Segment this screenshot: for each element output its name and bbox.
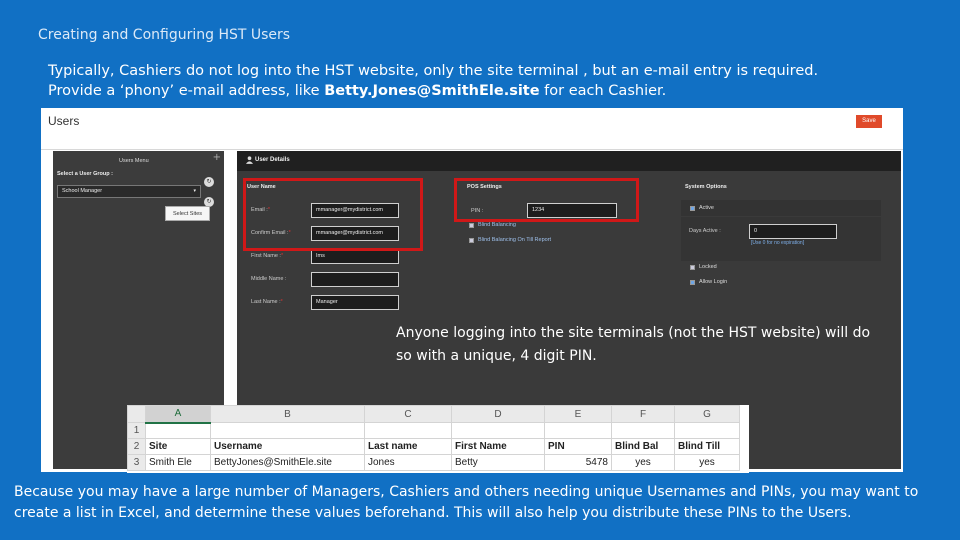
- first-name-field[interactable]: Ims: [311, 249, 399, 264]
- last-name-label: Last Name :*: [251, 299, 283, 305]
- page-title: Users: [48, 114, 80, 128]
- column-header-e[interactable]: E: [544, 405, 612, 423]
- refresh-icon[interactable]: ↻: [204, 177, 214, 187]
- intro-line-1: Typically, Cashiers do not log into the …: [48, 63, 819, 79]
- cell[interactable]: [364, 422, 452, 439]
- intro-text: Typically, Cashiers do not log into the …: [48, 61, 818, 101]
- row-number[interactable]: 1: [127, 422, 146, 439]
- cell[interactable]: [145, 422, 211, 439]
- intro-line-2-post: for each Cashier.: [539, 83, 667, 99]
- table-row: 3 Smith Ele BettyJones@SmithEle.site Jon…: [127, 454, 740, 471]
- footer-text: Because you may have a large number of M…: [14, 484, 919, 521]
- save-button[interactable]: Save: [856, 115, 882, 128]
- table-header-row: 2 Site Username Last name First Name PIN…: [127, 438, 740, 455]
- header-cell[interactable]: Username: [210, 438, 365, 455]
- table-row: 1: [127, 422, 740, 439]
- column-header-c[interactable]: C: [364, 405, 452, 423]
- active-checkbox[interactable]: [690, 206, 695, 211]
- middle-name-label: Middle Name :: [251, 276, 287, 282]
- allow-login-checkbox[interactable]: [690, 280, 695, 285]
- locked-checkbox[interactable]: [690, 265, 695, 270]
- user-details-header: User Details: [237, 151, 901, 171]
- locked-label: Locked: [699, 264, 717, 270]
- days-active-field[interactable]: 0: [749, 224, 837, 239]
- blind-balancing-till-checkbox[interactable]: [469, 238, 474, 243]
- allow-login-label: Allow Login: [699, 279, 728, 285]
- user-group-select[interactable]: School Manager ▾: [57, 185, 201, 198]
- system-options-section-title: System Options: [685, 184, 727, 190]
- example-email: Betty.Jones@SmithEle.site: [324, 83, 540, 99]
- cell[interactable]: Smith Ele: [145, 454, 211, 471]
- cell[interactable]: Jones: [364, 454, 452, 471]
- select-group-label: Select a User Group :: [57, 171, 113, 177]
- pin-highlight-box: [454, 178, 639, 222]
- cell[interactable]: [611, 422, 675, 439]
- blind-balancing-checkbox[interactable]: [469, 223, 474, 228]
- column-header-f[interactable]: F: [611, 405, 675, 423]
- user-group-value: School Manager: [62, 188, 103, 194]
- cell[interactable]: 5478: [544, 454, 612, 471]
- cell[interactable]: BettyJones@SmithEle.site: [210, 454, 365, 471]
- column-header-a[interactable]: A: [145, 405, 211, 424]
- column-header-g[interactable]: G: [674, 405, 740, 423]
- header-cell[interactable]: PIN: [544, 438, 612, 455]
- last-name-field[interactable]: Manager: [311, 295, 399, 310]
- cell[interactable]: [544, 422, 612, 439]
- active-label: Active: [699, 205, 714, 211]
- corner-cell[interactable]: [127, 405, 146, 423]
- blind-balancing-label: Blind Balancing: [478, 222, 516, 228]
- slide-title: Creating and Configuring HST Users: [38, 27, 291, 43]
- header-cell[interactable]: Site: [145, 438, 211, 455]
- users-page-header: Users Save: [41, 108, 903, 150]
- column-header-row: A B C D E F G: [127, 405, 740, 424]
- excel-table: A B C D E F G 1 2 Site Username Last nam…: [127, 405, 740, 471]
- user-details-title: User Details: [255, 157, 290, 163]
- header-cell[interactable]: Last name: [364, 438, 452, 455]
- cell[interactable]: Betty: [451, 454, 545, 471]
- intro-line-2: Provide a ‘phony’ e-mail address, like B…: [48, 81, 818, 101]
- days-active-label: Days Active :: [689, 228, 721, 234]
- cell[interactable]: yes: [674, 454, 740, 471]
- column-header-b[interactable]: B: [210, 405, 365, 423]
- first-name-label: First Name :*: [251, 253, 284, 259]
- days-active-hint: [Use 0 for no expiration]: [751, 240, 805, 246]
- row-number[interactable]: 3: [127, 454, 146, 471]
- email-highlight-box: [243, 178, 423, 251]
- pin-callout: Anyone logging into the site terminals (…: [396, 325, 871, 364]
- middle-name-field[interactable]: [311, 272, 399, 287]
- chevron-down-icon: ▾: [193, 188, 196, 194]
- header-cell[interactable]: Blind Bal: [611, 438, 675, 455]
- excel-sheet: A B C D E F G 1 2 Site Username Last nam…: [127, 405, 749, 473]
- row-number[interactable]: 2: [127, 438, 146, 455]
- cell[interactable]: [210, 422, 365, 439]
- cell[interactable]: [451, 422, 545, 439]
- header-cell[interactable]: Blind Till: [674, 438, 740, 455]
- cell[interactable]: [674, 422, 740, 439]
- intro-line-2-pre: Provide a ‘phony’ e-mail address, like: [48, 83, 325, 99]
- users-menu-label: Users Menu: [119, 158, 149, 164]
- header-cell[interactable]: First Name: [451, 438, 545, 455]
- add-icon[interactable]: +: [213, 152, 221, 163]
- cell[interactable]: yes: [611, 454, 675, 471]
- column-header-d[interactable]: D: [451, 405, 545, 423]
- blind-balancing-till-label: Blind Balancing On Till Report: [478, 237, 552, 243]
- user-icon: [246, 156, 253, 164]
- select-sites-button[interactable]: Select Sites: [165, 206, 210, 221]
